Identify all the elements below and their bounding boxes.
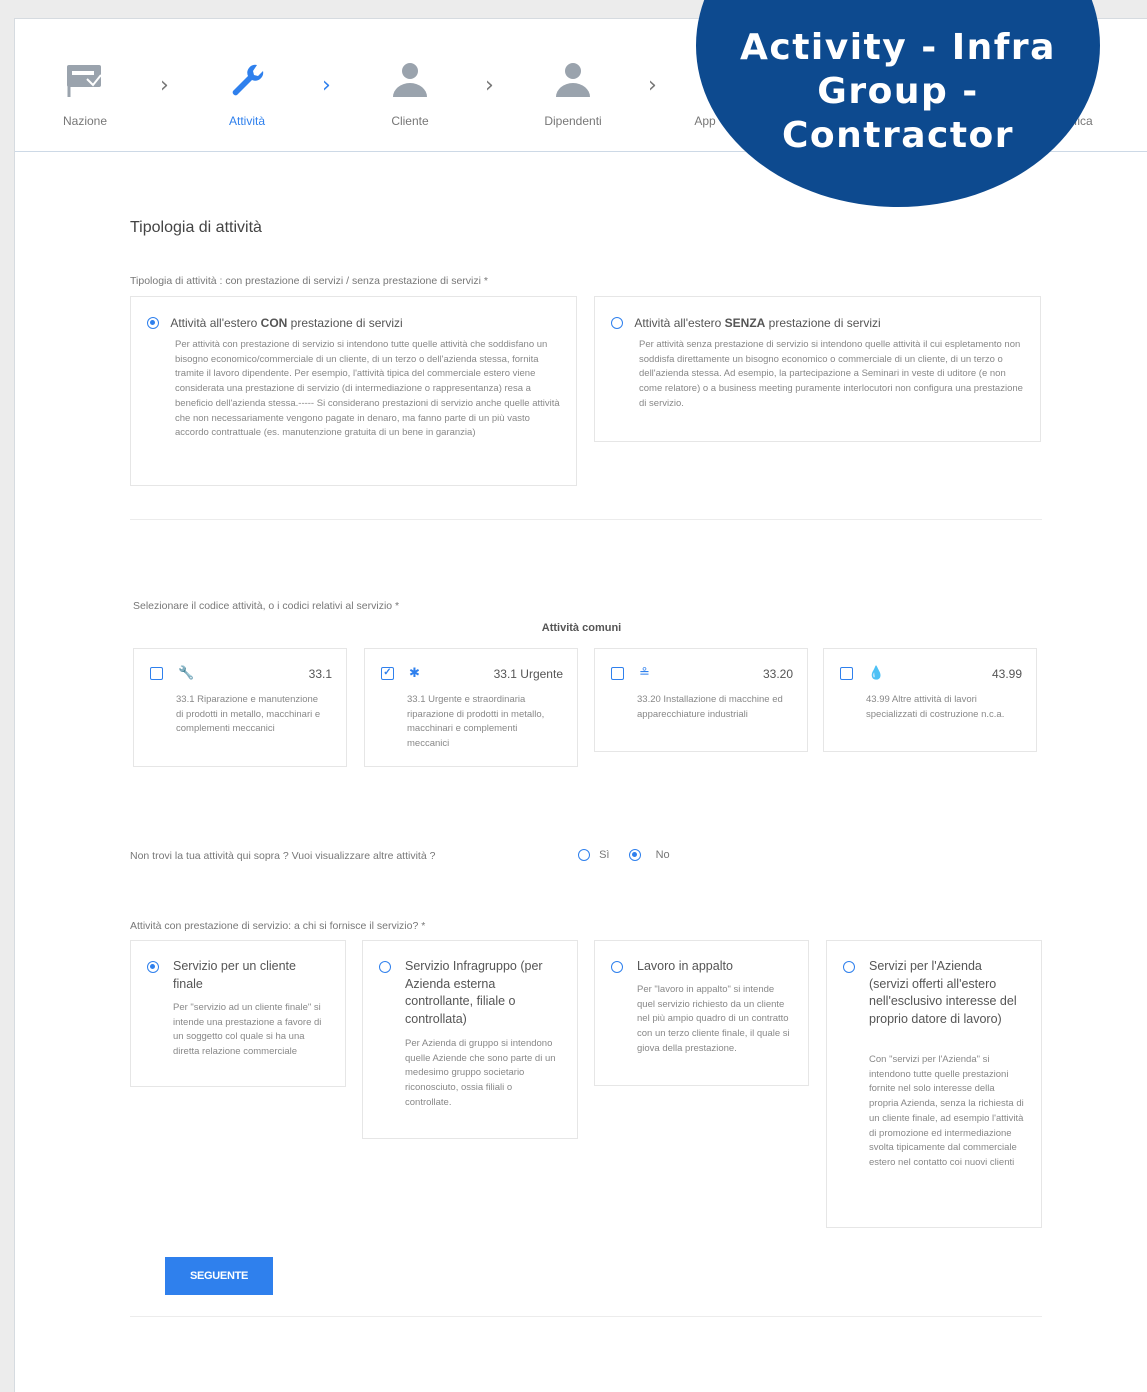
step-cliente[interactable]: Cliente (340, 53, 480, 128)
person-icon (503, 53, 643, 99)
divider (130, 519, 1042, 520)
activity-code-card[interactable]: ✓ ✱ 33.1 Urgente 33.1 Urgente e straordi… (364, 648, 578, 767)
group-title: Attività comuni (541, 622, 622, 634)
activity-code-label: Selezionare il codice attività, o i codi… (133, 600, 400, 612)
section-title: Tipologia di attività (130, 219, 262, 236)
wrench-icon (177, 53, 317, 99)
activity-type-label: Tipologia di attività : con prestazione … (130, 275, 488, 287)
step-label: Cliente (391, 114, 429, 128)
step-label: Attività (228, 114, 265, 128)
badge-line: Group - (817, 71, 979, 112)
radio-lavoro-appalto[interactable] (611, 961, 623, 973)
activity-code-card[interactable]: 🔧 33.1 33.1 Riparazione e manutenzione d… (133, 648, 347, 767)
option-title: Lavoro in appalto (637, 959, 733, 973)
activity-code-description: 33.20 Installazione di macchine ed appar… (637, 694, 783, 720)
option-description: Per "servizio ad un cliente finale" si i… (173, 1002, 322, 1058)
activity-code-card[interactable]: 💧 43.99 43.99 Altre attività di lavori s… (823, 648, 1037, 752)
option-title: Servizi per l'Azienda (servizi offerti a… (869, 959, 1017, 1026)
title-badge: Activity - Infra Group - Contractor (696, 0, 1100, 207)
activity-code: 43.99 (991, 667, 1022, 681)
option-title: Servizio Infragruppo (per Azienda estern… (405, 959, 543, 1026)
radio-senza-prestazione[interactable] (611, 316, 623, 329)
radio-cliente-finale[interactable] (147, 961, 159, 973)
option-description: Per attività con prestazione di servizio… (175, 339, 560, 439)
checkbox[interactable] (840, 667, 853, 680)
option-lavoro-appalto[interactable]: Lavoro in appalto Per "lavoro in appalto… (594, 940, 809, 1086)
person-icon (340, 53, 480, 99)
step-nazione[interactable]: Nazione (15, 53, 155, 128)
option-description: Per "lavoro in appalto" si intende quel … (637, 984, 790, 1054)
other-activities-label: Non trovi la tua attività qui sopra ? Vu… (130, 850, 436, 862)
radio-servizi-azienda[interactable] (843, 961, 855, 973)
chevron-right-icon: › (160, 73, 169, 98)
activity-code: 33.1 Urgente (493, 667, 563, 681)
option-senza-prestazione[interactable]: Attività all'estero SENZA prestazione di… (594, 296, 1041, 442)
radio-con-prestazione[interactable] (147, 316, 159, 329)
option-cliente-finale[interactable]: Servizio per un cliente finale Per "serv… (130, 940, 346, 1087)
alert-icon: ✱ (409, 666, 420, 681)
divider (130, 1316, 1042, 1317)
step-label: Dipendenti (544, 114, 602, 128)
drop-icon: 💧 (868, 666, 885, 681)
radio-infragruppo[interactable] (379, 961, 391, 973)
install-icon: ≗ (639, 666, 650, 681)
step-attivita[interactable]: Attività (177, 53, 317, 128)
next-button[interactable]: SEGUENTE (165, 1257, 273, 1295)
option-con-prestazione[interactable]: Attività all'estero CON prestazione di s… (130, 296, 577, 486)
flag-icon (15, 53, 155, 99)
activity-code-description: 43.99 Altre attività di lavori specializ… (866, 694, 1005, 720)
radio-yes[interactable] (578, 849, 590, 862)
service-recipient-label: Attività con prestazione di servizio: a … (130, 920, 426, 932)
step-label: Nazione (62, 114, 108, 128)
checkbox[interactable] (150, 667, 163, 680)
option-description: Per attività senza prestazione di serviz… (639, 339, 1023, 409)
chevron-right-icon: › (648, 73, 657, 98)
activity-code: 33.20 (762, 667, 793, 681)
wrench-icon: 🔧 (178, 666, 195, 681)
chevron-right-icon: › (322, 73, 331, 98)
badge-line: Contractor (781, 115, 1015, 156)
chevron-right-icon: › (485, 73, 494, 98)
option-servizi-azienda[interactable]: Servizi per l'Azienda (servizi offerti a… (826, 940, 1042, 1228)
checkbox-checked[interactable]: ✓ (381, 667, 394, 680)
option-title: Servizio per un cliente finale (173, 959, 296, 991)
page: Nazione › Attività › Cliente › Dipendent… (14, 0, 1147, 1392)
other-activities-options: Sì No (578, 849, 670, 862)
activity-code-card[interactable]: ≗ 33.20 33.20 Installazione di macchine … (594, 648, 808, 752)
radio-no[interactable] (628, 849, 641, 862)
step-dipendenti[interactable]: Dipendenti (503, 53, 643, 128)
option-description: Con "servizi per l'Azienda" si intendono… (869, 1054, 1024, 1168)
activity-code: 33.1 (308, 667, 332, 681)
option-description: Per Azienda di gruppo si intendono quell… (405, 1038, 556, 1108)
option-infragruppo[interactable]: Servizio Infragruppo (per Azienda estern… (362, 940, 578, 1139)
checkbox[interactable] (611, 667, 624, 680)
activity-code-description: 33.1 Urgente e straordinaria riparazione… (407, 694, 545, 750)
activity-code-description: 33.1 Riparazione e manutenzione di prodo… (176, 694, 321, 735)
badge-line: Activity - Infra (740, 27, 1056, 68)
